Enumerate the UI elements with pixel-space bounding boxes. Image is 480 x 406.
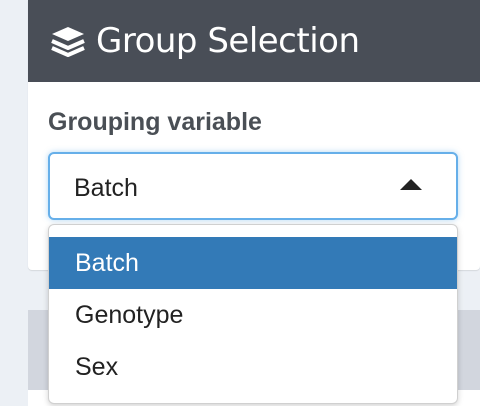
panel-title: Group Selection [96,21,360,61]
grouping-variable-select[interactable]: Batch [48,152,458,220]
select-current-value: Batch [74,174,138,202]
page-background [0,0,28,406]
dropdown-option-sex[interactable]: Sex [49,341,457,393]
panel-header: Group Selection [28,0,480,82]
layers-icon [48,21,88,61]
dropdown-option-genotype[interactable]: Genotype [49,289,457,341]
grouping-variable-dropdown: Batch Genotype Sex [48,224,458,404]
caret-up-icon [400,179,422,190]
grouping-variable-label: Grouping variable [48,108,262,136]
dropdown-option-batch[interactable]: Batch [49,237,457,289]
